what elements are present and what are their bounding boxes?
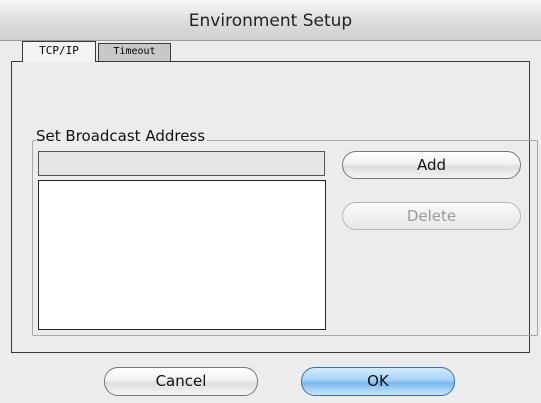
window-title: Environment Setup: [188, 11, 353, 31]
broadcast-address-list[interactable]: [38, 180, 326, 330]
broadcast-address-input[interactable]: [38, 151, 325, 176]
environment-setup-window: Environment Setup TCP/IP Timeout Set Bro…: [0, 0, 541, 403]
tab-tcp-ip[interactable]: TCP/IP: [22, 41, 96, 62]
ok-button[interactable]: OK: [301, 367, 455, 396]
cancel-button[interactable]: Cancel: [104, 367, 258, 396]
add-button[interactable]: Add: [342, 151, 521, 179]
delete-button[interactable]: Delete: [342, 202, 521, 230]
tab-timeout[interactable]: Timeout: [98, 43, 171, 61]
title-bar[interactable]: Environment Setup: [0, 0, 541, 41]
broadcast-address-group-label: Set Broadcast Address: [36, 127, 208, 145]
